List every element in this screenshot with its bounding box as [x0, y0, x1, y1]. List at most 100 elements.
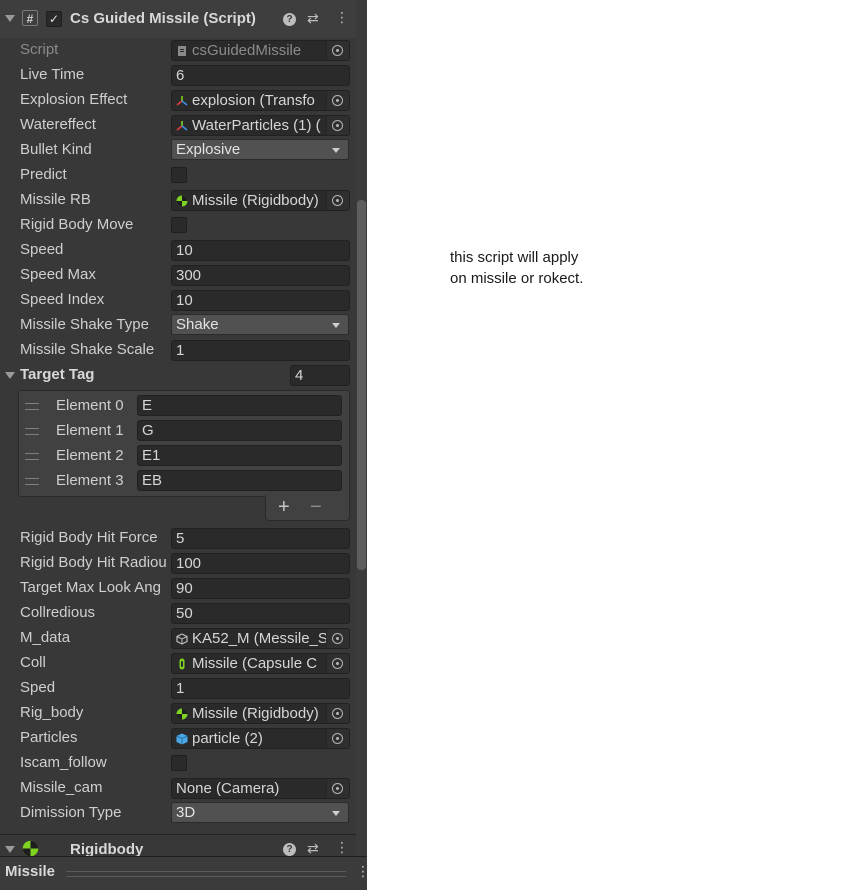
kebab-menu-icon[interactable]: ⋮: [335, 839, 349, 856]
particles-field[interactable]: particle (2): [171, 728, 350, 749]
remove-element-button[interactable]: −: [310, 496, 322, 519]
prefab-cube-icon: [176, 733, 188, 745]
m-data-field[interactable]: KA52_M (Messile_S: [171, 628, 350, 649]
presets-icon[interactable]: ⇄: [307, 840, 319, 857]
bullet-kind-dropdown[interactable]: Explosive: [171, 139, 349, 160]
dimission-type-dropdown[interactable]: 3D: [171, 802, 349, 823]
missile-cam-field[interactable]: None (Camera): [171, 778, 350, 799]
speed-input[interactable]: 10: [171, 240, 350, 261]
live-time-label: Live Time: [20, 66, 85, 83]
live-time-input[interactable]: 6: [171, 65, 350, 86]
object-picker-icon[interactable]: [326, 729, 349, 748]
speed-max-label: Speed Max: [20, 266, 96, 283]
component-enabled-checkbox[interactable]: ✓: [46, 11, 62, 27]
missile-rb-field[interactable]: Missile (Rigidbody): [171, 190, 350, 211]
collredious-input[interactable]: 50: [171, 603, 350, 624]
element-0-label: Element 0: [56, 397, 124, 414]
foldout-arrow-icon[interactable]: [5, 15, 15, 22]
preview-drag-handle[interactable]: [66, 871, 346, 877]
bullet-kind-label: Bullet Kind: [20, 141, 92, 158]
inspector-panel: # ✓ Cs Guided Missile (Script) ? ⇄ ⋮ Scr…: [0, 0, 367, 890]
element-0-input[interactable]: E: [137, 395, 342, 416]
speed-index-input[interactable]: 10: [171, 290, 350, 311]
particles-label: Particles: [20, 729, 78, 746]
drag-handle-icon[interactable]: [25, 403, 39, 410]
speed-label: Speed: [20, 241, 64, 258]
drag-handle-icon[interactable]: [25, 453, 39, 460]
missile-cam-label: Missile_cam: [20, 779, 103, 796]
component-header[interactable]: # ✓ Cs Guided Missile (Script) ? ⇄ ⋮: [0, 0, 356, 38]
script-file-icon: [178, 46, 186, 56]
target-max-look-angle-input[interactable]: 90: [171, 578, 350, 599]
rigid-body-move-checkbox[interactable]: [171, 217, 187, 233]
rigid-body-hit-force-input[interactable]: 5: [171, 528, 350, 549]
drag-handle-icon[interactable]: [25, 478, 39, 485]
object-picker-icon[interactable]: [326, 116, 349, 135]
element-3-input[interactable]: EB: [137, 470, 342, 491]
scriptable-object-icon: [176, 633, 188, 645]
object-picker-icon[interactable]: [326, 779, 349, 798]
collredious-label: Collredious: [20, 604, 96, 621]
list-footer: + −: [265, 495, 350, 521]
presets-icon[interactable]: ⇄: [307, 10, 319, 27]
transform-icon: [176, 121, 188, 131]
target-tag-foldout-icon[interactable]: [5, 372, 15, 379]
sped-input[interactable]: 1: [171, 678, 350, 699]
transform-icon: [176, 96, 188, 106]
rigid-body-move-label: Rigid Body Move: [20, 216, 134, 233]
predict-label: Predict: [20, 166, 67, 183]
drag-handle-icon[interactable]: [25, 428, 39, 435]
m-data-label: M_data: [20, 629, 71, 646]
explosion-effect-label: Explosion Effect: [20, 91, 128, 108]
watereffect-label: Watereffect: [20, 116, 96, 133]
rigidbody-icon: [176, 708, 188, 720]
rig-body-label: Rig_body: [20, 704, 84, 721]
missile-shake-type-dropdown[interactable]: Shake: [171, 314, 349, 335]
script-hash-icon: #: [22, 10, 38, 26]
object-picker-icon[interactable]: [326, 191, 349, 210]
add-element-button[interactable]: +: [278, 496, 290, 519]
iscam-follow-label: Iscam_follow: [20, 754, 107, 771]
coll-field[interactable]: Missile (Capsule C: [171, 653, 350, 674]
explosion-effect-field[interactable]: explosion (Transfo: [171, 90, 350, 111]
script-field: csGuidedMissile: [171, 40, 350, 61]
object-picker-icon[interactable]: [326, 91, 349, 110]
object-picker-icon[interactable]: [326, 654, 349, 673]
target-tag-label[interactable]: Target Tag: [20, 366, 166, 383]
chevron-down-icon: [332, 148, 340, 153]
preview-bar: Missile ⋮: [0, 856, 367, 890]
iscam-follow-checkbox[interactable]: [171, 755, 187, 771]
element-2-label: Element 2: [56, 447, 124, 464]
annotation-note: this script will apply on missile or rok…: [450, 249, 584, 287]
missile-shake-scale-label: Missile Shake Scale: [20, 341, 155, 358]
kebab-menu-icon[interactable]: ⋮: [356, 863, 367, 880]
rigid-body-hit-force-label: Rigid Body Hit Force: [20, 529, 158, 546]
predict-checkbox[interactable]: [171, 167, 187, 183]
capsule-collider-icon: [179, 658, 185, 670]
dimission-type-label: Dimission Type: [20, 804, 122, 821]
foldout-arrow-icon[interactable]: [5, 846, 15, 853]
speed-index-label: Speed Index: [20, 291, 105, 308]
help-icon[interactable]: ?: [283, 13, 296, 26]
help-icon[interactable]: ?: [283, 843, 296, 856]
object-picker-icon: [326, 41, 349, 60]
rigid-body-hit-radius-label: Rigid Body Hit Radiou: [20, 554, 166, 571]
missile-rb-label: Missile RB: [20, 191, 91, 208]
element-1-input[interactable]: G: [137, 420, 342, 441]
speed-max-input[interactable]: 300: [171, 265, 350, 286]
rig-body-field[interactable]: Missile (Rigidbody): [171, 703, 350, 724]
scrollbar-thumb[interactable]: [357, 200, 366, 570]
sped-label: Sped: [20, 679, 56, 696]
rigid-body-hit-radius-input[interactable]: 100: [171, 553, 350, 574]
element-2-input[interactable]: E1: [137, 445, 342, 466]
object-picker-icon[interactable]: [326, 629, 349, 648]
script-label: Script: [20, 41, 59, 58]
preview-title: Missile: [5, 863, 56, 880]
kebab-menu-icon[interactable]: ⋮: [335, 9, 349, 26]
missile-shake-scale-input[interactable]: 1: [171, 340, 350, 361]
watereffect-field[interactable]: WaterParticles (1) (: [171, 115, 350, 136]
rigidbody-icon: [176, 195, 188, 207]
object-picker-icon[interactable]: [326, 704, 349, 723]
target-tag-size-input[interactable]: 4: [290, 365, 350, 386]
coll-label: Coll: [20, 654, 46, 671]
